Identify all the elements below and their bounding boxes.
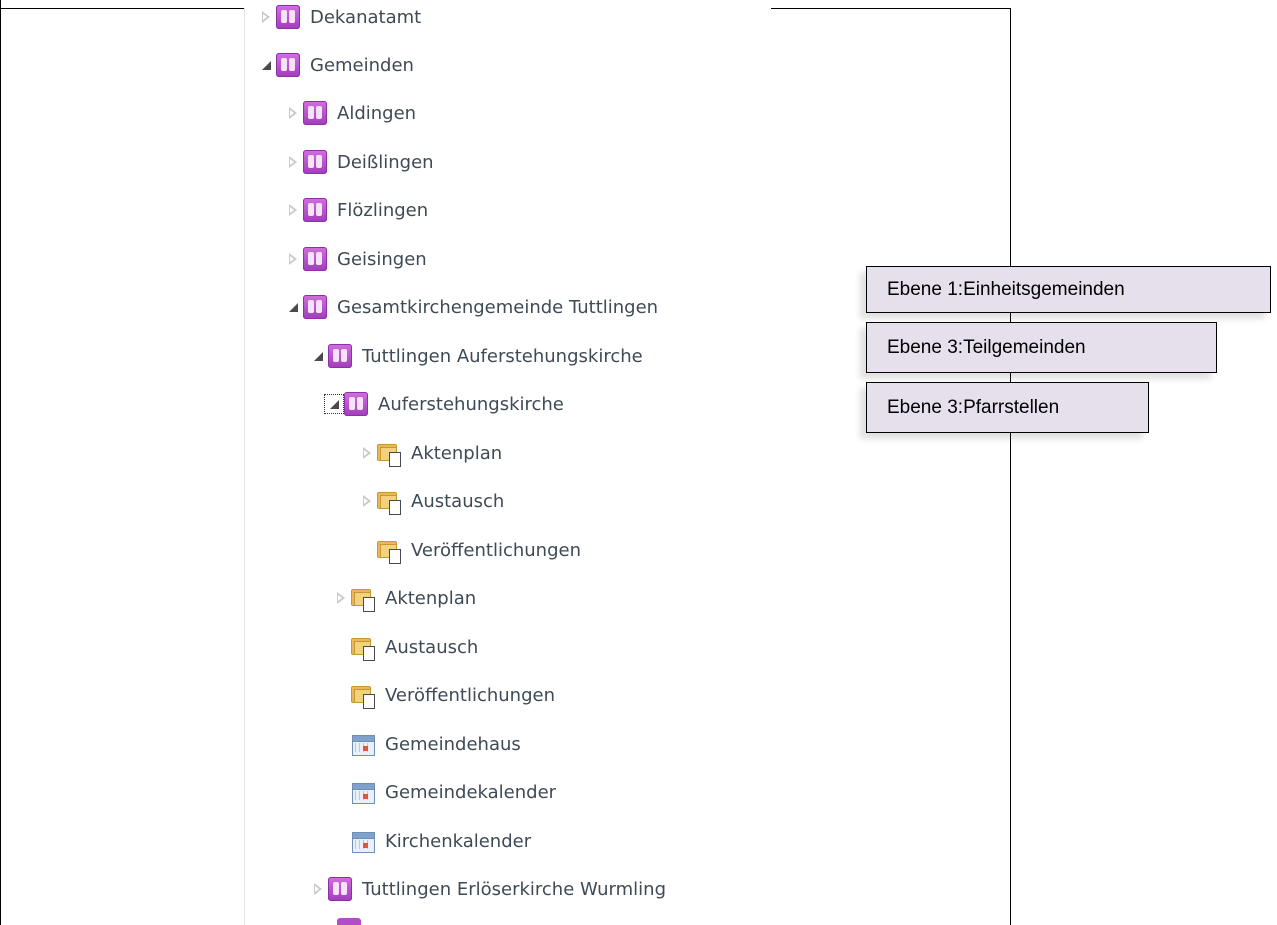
tree-item-label: Austausch bbox=[385, 636, 479, 658]
group-icon bbox=[344, 392, 368, 416]
expand-arrow-icon[interactable] bbox=[286, 203, 300, 217]
folder-document-icon bbox=[377, 441, 401, 467]
tree-item-label: Dekanatamt bbox=[310, 6, 422, 28]
expand-arrow-icon[interactable] bbox=[311, 882, 325, 896]
tree-item-dekanatamt[interactable]: Dekanatamt bbox=[259, 0, 421, 34]
group-icon bbox=[276, 53, 300, 77]
tree-item-kirchenkalender[interactable]: Kirchenkalender bbox=[334, 824, 531, 858]
folder-document-icon bbox=[351, 635, 375, 661]
frame-left-border bbox=[0, 0, 1, 925]
navigation-tree: Dekanatamt Gemeinden Aldingen Deißlingen… bbox=[245, 0, 771, 925]
expand-arrow-icon[interactable] bbox=[286, 106, 300, 120]
collapse-arrow-icon[interactable] bbox=[259, 58, 273, 72]
callout-level3-parts: Ebene 3:Teilgemeinden bbox=[866, 322, 1217, 373]
callout-text: Ebene 1:Einheitsgemeinden bbox=[887, 278, 1125, 300]
tree-item-floezlingen[interactable]: Flözlingen bbox=[286, 193, 428, 227]
expand-arrow-icon[interactable] bbox=[259, 10, 273, 24]
tree-item-geisingen[interactable]: Geisingen bbox=[286, 242, 427, 276]
tree-item-label: Veröffentlichungen bbox=[411, 539, 581, 561]
tree-item-veroeffentlichungen[interactable]: Veröffentlichungen bbox=[334, 678, 555, 712]
callout-level1: Ebene 1:Einheitsgemeinden bbox=[866, 266, 1271, 313]
expand-arrow-icon[interactable] bbox=[286, 155, 300, 169]
tree-item-label: Geisingen bbox=[337, 248, 427, 270]
callout-text: Ebene 3:Teilgemeinden bbox=[887, 336, 1086, 358]
tree-item-label: Aldingen bbox=[337, 102, 417, 124]
group-icon bbox=[303, 247, 327, 271]
tree-item-austausch[interactable]: Austausch bbox=[334, 630, 478, 664]
tree-item-label: Gesamtkirchengemeinde Tuttlingen bbox=[337, 296, 659, 318]
group-icon bbox=[303, 150, 327, 174]
expand-arrow-icon[interactable] bbox=[286, 252, 300, 266]
tree-item-veroeffentlichungen[interactable]: Veröffentlichungen bbox=[360, 533, 581, 567]
folder-document-icon bbox=[377, 538, 401, 564]
tree-item-gemeindekalender[interactable]: Gemeindekalender bbox=[334, 775, 556, 809]
tree-item-auferstehungskirche[interactable]: Auferstehungskirche bbox=[324, 387, 564, 421]
expand-arrow-icon[interactable] bbox=[360, 446, 374, 460]
group-icon bbox=[276, 5, 300, 29]
tree-item-aldingen[interactable]: Aldingen bbox=[286, 96, 416, 130]
folder-document-icon bbox=[351, 586, 375, 612]
group-icon bbox=[303, 101, 327, 125]
calendar-icon bbox=[351, 732, 375, 756]
tree-item-aktenplan[interactable]: Aktenplan bbox=[360, 436, 502, 470]
tree-item-label: Tuttlingen Auferstehungskirche bbox=[362, 345, 643, 367]
tree-item-gemeinden[interactable]: Gemeinden bbox=[259, 48, 414, 82]
collapse-arrow-icon[interactable] bbox=[311, 349, 325, 363]
calendar-icon bbox=[351, 829, 375, 853]
tree-item-gesamtkirchengemeinde[interactable]: Gesamtkirchengemeinde Tuttlingen bbox=[286, 290, 658, 324]
tree-item-aktenplan[interactable]: Aktenplan bbox=[334, 581, 476, 615]
tree-item-austausch[interactable]: Austausch bbox=[360, 484, 504, 518]
callout-text: Ebene 3:Pfarrstellen bbox=[887, 396, 1060, 418]
tree-item-gemeindehaus[interactable]: Gemeindehaus bbox=[334, 727, 521, 761]
tree-item-label: Gemeindehaus bbox=[385, 733, 521, 755]
tree-item-deisslingen[interactable]: Deißlingen bbox=[286, 145, 434, 179]
tree-item-label: Auferstehungskirche bbox=[378, 393, 564, 415]
tree-item-label: Aktenplan bbox=[385, 587, 477, 609]
folder-document-icon bbox=[351, 683, 375, 709]
tree-item-label: Veröffentlichungen bbox=[385, 684, 555, 706]
group-icon bbox=[303, 295, 327, 319]
tree-item-label: Aktenplan bbox=[411, 442, 503, 464]
group-icon bbox=[303, 198, 327, 222]
calendar-icon bbox=[351, 780, 375, 804]
partial-group-icon bbox=[337, 918, 361, 925]
tree-item-tuttlingen-erloeserkirche[interactable]: Tuttlingen Erlöserkirche Wurmling bbox=[311, 872, 666, 906]
expand-arrow-icon[interactable] bbox=[360, 494, 374, 508]
tree-item-tuttlingen-auferstehungskirche[interactable]: Tuttlingen Auferstehungskirche bbox=[311, 339, 643, 373]
tree-item-label: Gemeinden bbox=[310, 54, 414, 76]
folder-document-icon bbox=[377, 489, 401, 515]
tree-item-label: Gemeindekalender bbox=[385, 781, 557, 803]
expand-arrow-icon[interactable] bbox=[334, 591, 348, 605]
collapse-arrow-icon[interactable] bbox=[286, 300, 300, 314]
tree-item-label: Kirchenkalender bbox=[385, 830, 532, 852]
tree-item-label: Deißlingen bbox=[337, 151, 434, 173]
callout-level3-parish: Ebene 3:Pfarrstellen bbox=[866, 382, 1149, 433]
collapse-arrow-icon[interactable] bbox=[324, 394, 344, 414]
tree-item-label: Austausch bbox=[411, 490, 505, 512]
tree-item-label: Tuttlingen Erlöserkirche Wurmling bbox=[362, 878, 667, 900]
frame-right-border bbox=[1010, 8, 1011, 925]
tree-item-label: Flözlingen bbox=[337, 199, 429, 221]
group-icon bbox=[328, 877, 352, 901]
group-icon bbox=[328, 344, 352, 368]
